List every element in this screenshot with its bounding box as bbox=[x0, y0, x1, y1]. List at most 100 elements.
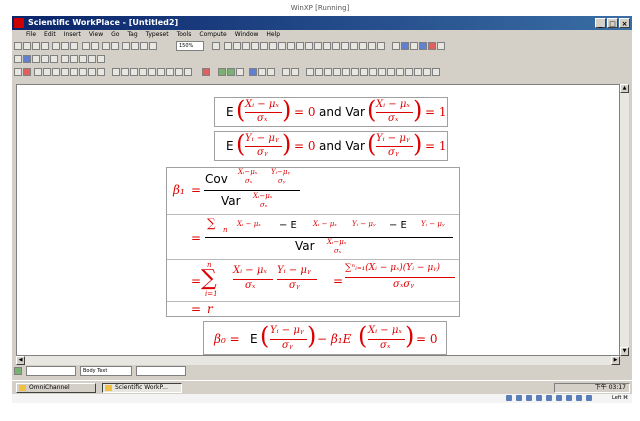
math-icon-11[interactable] bbox=[184, 68, 192, 76]
fields-icon-10[interactable] bbox=[97, 55, 105, 63]
sym-icon-12[interactable] bbox=[323, 42, 331, 50]
menu-insert[interactable]: Insert bbox=[60, 30, 85, 40]
compute-icon-8[interactable] bbox=[369, 68, 377, 76]
compute-icon-7[interactable] bbox=[360, 68, 368, 76]
tag-icon-1[interactable] bbox=[392, 42, 400, 50]
math-icon-10[interactable] bbox=[175, 68, 183, 76]
compute-icon-10[interactable] bbox=[387, 68, 395, 76]
sym-icon-2[interactable] bbox=[233, 42, 241, 50]
copy-icon[interactable] bbox=[61, 42, 69, 50]
fields-icon-3[interactable] bbox=[32, 55, 40, 63]
math-icon-7[interactable] bbox=[148, 68, 156, 76]
sym-icon-3[interactable] bbox=[242, 42, 250, 50]
help-icon[interactable] bbox=[140, 42, 148, 50]
document-area[interactable]: E ( Xᵢ − μₓ σₓ ) = 0 and Var ( Xᵢ − μₓ σ… bbox=[16, 84, 620, 356]
sym-icon-11[interactable] bbox=[314, 42, 322, 50]
fields-icon-8[interactable] bbox=[79, 55, 87, 63]
equation-1[interactable]: E ( Xᵢ − μₓ σₓ ) = 0 and Var ( Xᵢ − μₓ σ… bbox=[214, 96, 448, 127]
expand-icon[interactable] bbox=[291, 68, 299, 76]
fields-icon-9[interactable] bbox=[88, 55, 96, 63]
tag-icon-4[interactable] bbox=[419, 42, 427, 50]
typeset-icon[interactable] bbox=[111, 42, 119, 50]
sym-icon-13[interactable] bbox=[332, 42, 340, 50]
math-icon-9[interactable] bbox=[166, 68, 174, 76]
compute-icon-9[interactable] bbox=[378, 68, 386, 76]
compute-icon-6[interactable] bbox=[351, 68, 359, 76]
plot-3d-icon[interactable] bbox=[258, 68, 266, 76]
preview-icon[interactable] bbox=[102, 42, 110, 50]
integral-icon[interactable] bbox=[97, 68, 105, 76]
menu-tag[interactable]: Tag bbox=[123, 30, 141, 40]
sym-icon-16[interactable] bbox=[359, 42, 367, 50]
compute-icon-4[interactable] bbox=[333, 68, 341, 76]
new-icon[interactable] bbox=[14, 42, 22, 50]
menu-typeset[interactable]: Typeset bbox=[142, 30, 173, 40]
menu-help[interactable]: Help bbox=[262, 30, 284, 40]
save-icon[interactable] bbox=[32, 42, 40, 50]
scroll-up-icon[interactable]: ▲ bbox=[620, 84, 629, 93]
factor-icon[interactable] bbox=[267, 68, 275, 76]
sym-icon-4[interactable] bbox=[251, 42, 259, 50]
style-select[interactable]: Body Text bbox=[80, 366, 132, 376]
scroll-right-icon[interactable]: ▶ bbox=[611, 356, 620, 365]
vertical-scrollbar[interactable]: ▲ ▼ bbox=[620, 84, 629, 356]
tag-icon-2[interactable] bbox=[401, 42, 409, 50]
sym-icon-15[interactable] bbox=[350, 42, 358, 50]
fields-icon-4[interactable] bbox=[41, 55, 49, 63]
math-icon-3[interactable] bbox=[112, 68, 120, 76]
compute-icon-1[interactable] bbox=[306, 68, 314, 76]
symbol-panel-icon[interactable] bbox=[212, 42, 220, 50]
evaluate-icon[interactable] bbox=[218, 68, 226, 76]
matrix-icon[interactable] bbox=[61, 68, 69, 76]
task-scientific-workplace[interactable]: Scientific WorkP... bbox=[102, 383, 182, 393]
fields-icon-2[interactable] bbox=[23, 55, 31, 63]
simplify-icon[interactable] bbox=[236, 68, 244, 76]
menu-compute[interactable]: Compute bbox=[195, 30, 230, 40]
menu-file[interactable]: File bbox=[12, 30, 40, 40]
compute-icon-15[interactable] bbox=[432, 68, 440, 76]
menu-tools[interactable]: Tools bbox=[173, 30, 196, 40]
zoom-select[interactable]: 150% bbox=[176, 41, 204, 51]
menu-window[interactable]: Window bbox=[231, 30, 263, 40]
sym-icon-9[interactable] bbox=[296, 42, 304, 50]
question-icon[interactable] bbox=[149, 42, 157, 50]
fields-icon-6[interactable] bbox=[61, 55, 69, 63]
horizontal-scrollbar[interactable]: ◀ ▶ bbox=[16, 356, 620, 365]
compute-icon-3[interactable] bbox=[324, 68, 332, 76]
open-icon[interactable] bbox=[23, 42, 31, 50]
equation-beta0[interactable]: β₀ = E ( Yᵢ − μᵧ σᵧ ) − β₁E ( Xᵢ − μₓ σₓ… bbox=[203, 321, 447, 355]
mode-toggle-icon[interactable] bbox=[14, 367, 22, 375]
scroll-down-icon[interactable]: ▼ bbox=[620, 347, 629, 356]
find-icon[interactable] bbox=[91, 42, 99, 50]
sym-icon-7[interactable] bbox=[278, 42, 286, 50]
sym-icon-1[interactable] bbox=[224, 42, 232, 50]
paragraph-icon[interactable] bbox=[131, 42, 139, 50]
fields-icon-1[interactable] bbox=[14, 55, 22, 63]
compute-icon-12[interactable] bbox=[405, 68, 413, 76]
print-icon[interactable] bbox=[41, 42, 49, 50]
sym-icon-18[interactable] bbox=[377, 42, 385, 50]
link-icon[interactable] bbox=[122, 42, 130, 50]
tag-icon-5[interactable] bbox=[428, 42, 436, 50]
solve-icon[interactable] bbox=[282, 68, 290, 76]
math-icon-8[interactable] bbox=[157, 68, 165, 76]
tag-icon-6[interactable] bbox=[437, 42, 445, 50]
item-select[interactable] bbox=[136, 366, 186, 376]
menu-go[interactable]: Go bbox=[107, 30, 123, 40]
equation-beta1[interactable]: β₁ = Cov Xᵢ−μₓ σₓ Yᵢ−μᵧ σᵧ Var Xᵢ−μₓ σₓ … bbox=[166, 167, 460, 317]
compute-icon-11[interactable] bbox=[396, 68, 404, 76]
math-icon-6[interactable] bbox=[139, 68, 147, 76]
superscript-icon[interactable] bbox=[34, 68, 42, 76]
sym-icon-8[interactable] bbox=[287, 42, 295, 50]
sym-icon-6[interactable] bbox=[269, 42, 277, 50]
menu-edit[interactable]: Edit bbox=[40, 30, 60, 40]
cut-icon[interactable] bbox=[52, 42, 60, 50]
stop-icon[interactable] bbox=[202, 68, 210, 76]
compute-icon-13[interactable] bbox=[414, 68, 422, 76]
equation-2[interactable]: E ( Yᵢ − μᵧ σᵧ ) = 0 and Var ( Yᵢ − μᵧ σ… bbox=[214, 130, 448, 161]
plot-2d-icon[interactable] bbox=[249, 68, 257, 76]
evaluate-numeric-icon[interactable] bbox=[227, 68, 235, 76]
compute-icon-14[interactable] bbox=[423, 68, 431, 76]
math-icon-5[interactable] bbox=[130, 68, 138, 76]
math-icon-4[interactable] bbox=[121, 68, 129, 76]
